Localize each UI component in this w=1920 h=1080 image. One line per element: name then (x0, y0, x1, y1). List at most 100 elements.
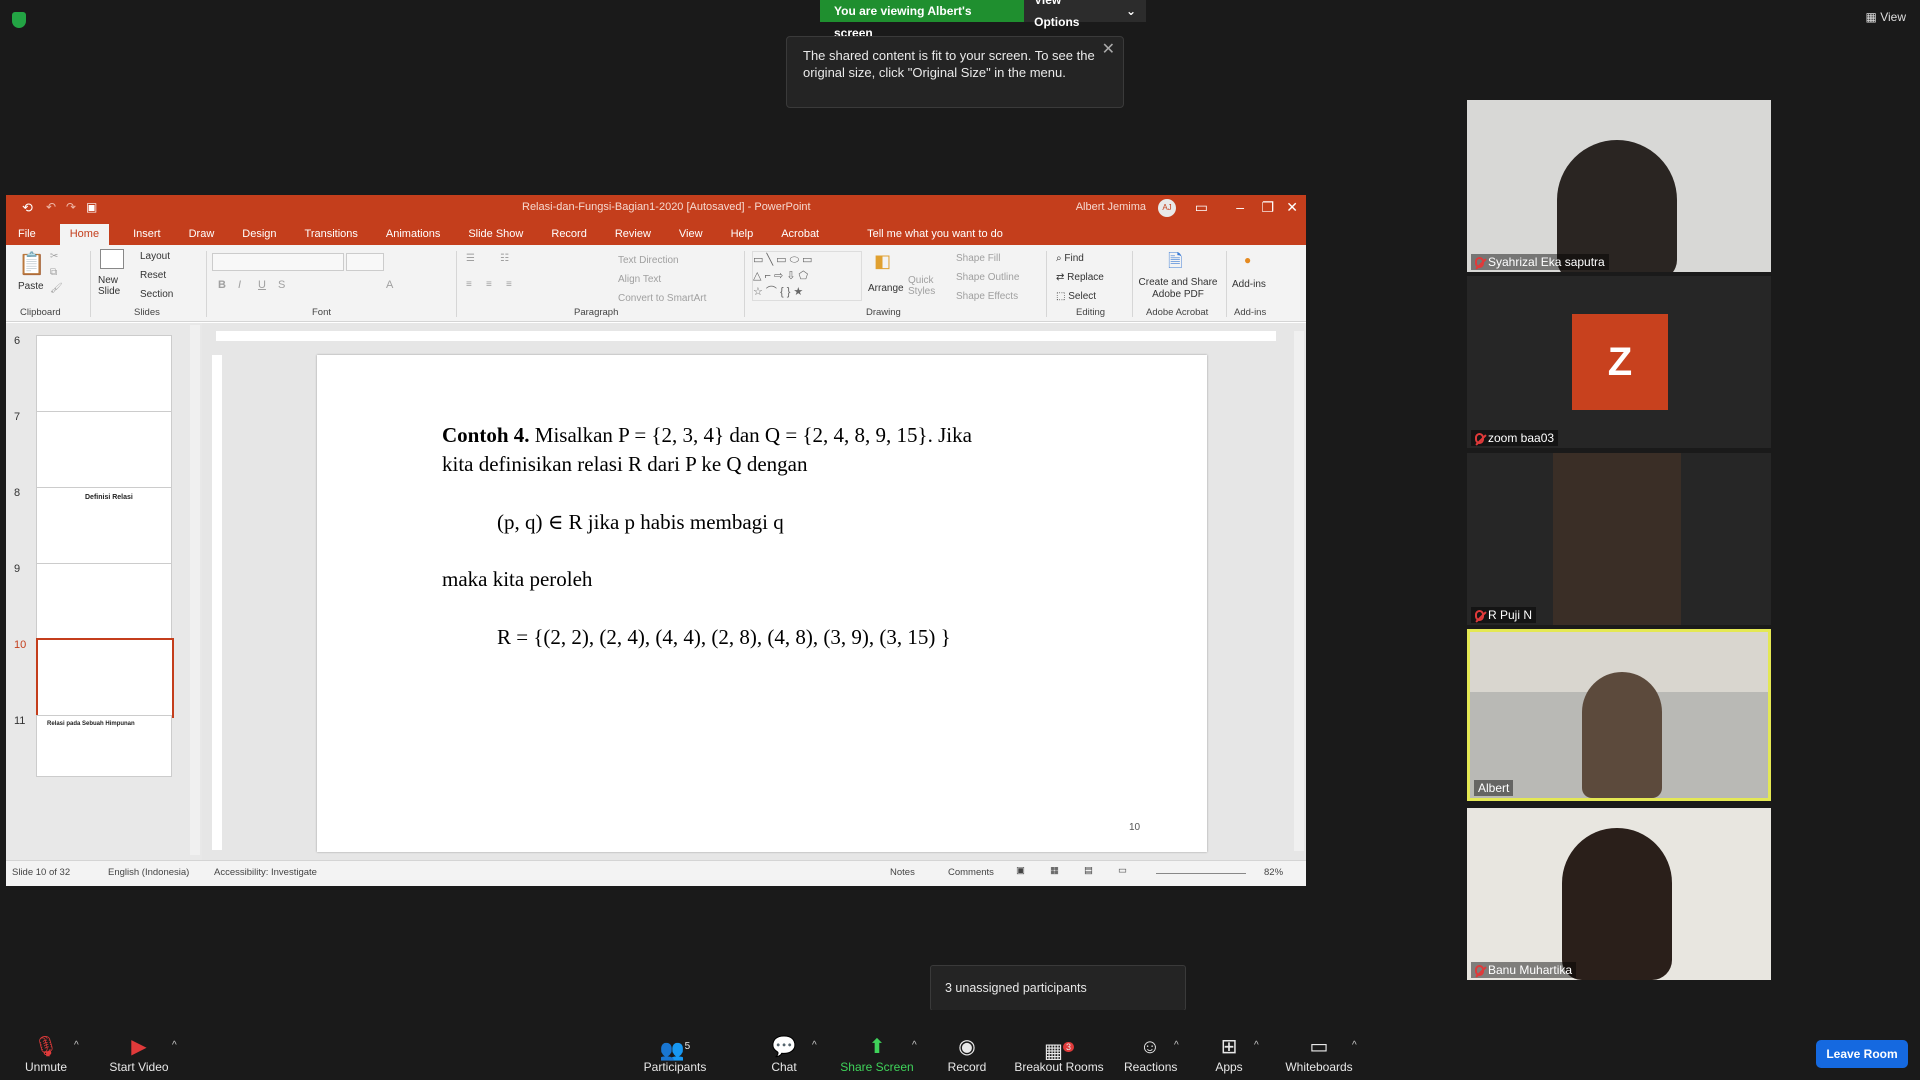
reactions-button[interactable]: ☺ Reactions (1124, 1034, 1177, 1074)
format-painter-icon[interactable]: 🖌 (50, 283, 63, 294)
italic-icon[interactable]: I (238, 279, 241, 291)
chat-options-caret[interactable]: ^ (812, 1040, 817, 1051)
view-button[interactable]: ▦ View (1866, 10, 1906, 24)
participant-tile[interactable]: Syahrizal Eka saputra (1467, 100, 1771, 272)
addins-button[interactable]: Add-ins (1232, 279, 1266, 290)
notes-button[interactable]: Notes (890, 867, 915, 878)
font-size-box[interactable] (346, 253, 384, 271)
minimize-icon[interactable]: – (1236, 199, 1244, 215)
restore-icon[interactable]: ❐ (1261, 199, 1274, 216)
shape-effects-button[interactable]: Shape Effects (956, 291, 1018, 302)
normal-view-icon[interactable]: ▣ (1016, 865, 1025, 876)
zoom-slider[interactable] (1156, 873, 1246, 874)
slide-sorter-icon[interactable]: ▦ (1050, 865, 1059, 876)
ribbon-display-icon[interactable]: ▭ (1195, 199, 1208, 216)
accessibility-label[interactable]: Accessibility: Investigate (214, 867, 317, 878)
convert-smartart-button[interactable]: Convert to SmartArt (618, 293, 706, 304)
layout-button[interactable]: Layout (140, 251, 170, 262)
participant-tile[interactable]: R Puji N (1467, 453, 1771, 625)
shapes-gallery[interactable]: ▭ ╲ ▭ ⬭ ▭ △ ⌐ ⇨ ⇩ ⬠ ☆ ⌒ { } ★ (752, 251, 862, 301)
section-button[interactable]: Section (140, 289, 173, 300)
close-icon[interactable]: ✕ (1102, 41, 1115, 58)
reset-button[interactable]: Reset (140, 270, 166, 281)
replace-button[interactable]: ⇄ Replace (1056, 272, 1104, 283)
apps-options-caret[interactable]: ^ (1254, 1040, 1259, 1051)
bold-icon[interactable]: B (218, 279, 226, 291)
tell-me-search[interactable]: Tell me what you want to do (863, 224, 1007, 245)
slide-thumbnail-7[interactable] (36, 411, 172, 489)
start-video-button[interactable]: ▶ Start Video (104, 1034, 174, 1074)
select-button[interactable]: ⬚ Select (1056, 291, 1096, 302)
slideshow-icon[interactable]: ▣ (86, 200, 97, 214)
cut-icon[interactable]: ✂ (50, 251, 58, 262)
align-center-icon[interactable]: ≡ (486, 279, 492, 290)
bullets-icon[interactable]: ☰ (466, 253, 475, 264)
tab-help[interactable]: Help (727, 224, 758, 245)
language-label[interactable]: English (Indonesia) (108, 867, 189, 878)
addins-icon[interactable]: ● (1244, 253, 1251, 267)
slide-thumbnail-11[interactable]: Relasi pada Sebuah Himpunan (36, 715, 172, 777)
arrange-icon[interactable]: ◧ (874, 251, 891, 272)
tab-animations[interactable]: Animations (382, 224, 444, 245)
user-avatar[interactable]: AJ (1158, 199, 1176, 217)
find-button[interactable]: ⌕ Find (1056, 253, 1084, 264)
align-right-icon[interactable]: ≡ (506, 279, 512, 290)
tab-review[interactable]: Review (611, 224, 655, 245)
participants-button[interactable]: 👥5 Participants (640, 1034, 710, 1074)
record-button[interactable]: ◉ Record (946, 1034, 988, 1074)
thumbs-scrollbar[interactable] (190, 325, 200, 855)
copy-icon[interactable]: ⧉ (50, 267, 57, 278)
slideshow-view-icon[interactable]: ▭ (1118, 865, 1127, 876)
align-left-icon[interactable]: ≡ (466, 279, 472, 290)
font-name-box[interactable] (212, 253, 344, 271)
participant-tile-active-speaker[interactable]: Albert (1467, 629, 1771, 801)
slide-thumbnail-10[interactable] (36, 638, 174, 718)
tab-design[interactable]: Design (238, 224, 280, 245)
reactions-options-caret[interactable]: ^ (1174, 1040, 1179, 1051)
paste-icon[interactable]: 📋 (18, 251, 45, 277)
quick-styles-button[interactable]: Quick Styles (908, 275, 942, 297)
video-options-caret[interactable]: ^ (172, 1040, 177, 1051)
create-share-pdf-button[interactable]: Create and Share Adobe PDF (1136, 277, 1220, 301)
whiteboards-button[interactable]: ▭ Whiteboards (1284, 1034, 1354, 1074)
zoom-level[interactable]: 82% (1264, 867, 1283, 878)
participant-tile[interactable]: Banu Muhartika (1467, 808, 1771, 980)
slide-thumbnail-9[interactable] (36, 563, 172, 641)
slide-thumbnail-8[interactable]: Definisi Relasi (36, 487, 172, 565)
current-slide[interactable]: Contoh 4. Misalkan P = {2, 3, 4} dan Q =… (317, 355, 1207, 852)
text-direction-button[interactable]: Text Direction (618, 255, 679, 266)
chat-button[interactable]: 💬 Chat (764, 1034, 804, 1074)
autosave-icon[interactable]: ⟲ (22, 200, 33, 216)
audio-options-caret[interactable]: ^ (74, 1040, 79, 1051)
shape-fill-button[interactable]: Shape Fill (956, 253, 1000, 264)
tab-transitions[interactable]: Transitions (301, 224, 362, 245)
view-options-button[interactable]: View Options ⌄ (1024, 0, 1146, 29)
numbering-icon[interactable]: ☷ (500, 253, 509, 264)
canvas-scrollbar[interactable] (1294, 331, 1304, 851)
redo-icon[interactable]: ↷ (66, 200, 76, 214)
whiteboards-options-caret[interactable]: ^ (1352, 1040, 1357, 1051)
share-options-caret[interactable]: ^ (912, 1040, 917, 1051)
align-text-button[interactable]: Align Text (618, 274, 661, 285)
tab-record[interactable]: Record (547, 224, 590, 245)
slide-thumbnail-6[interactable] (36, 335, 172, 413)
tab-home[interactable]: Home (59, 224, 110, 245)
unassigned-participants-popup[interactable]: 3 unassigned participants (930, 965, 1186, 1011)
leave-room-button[interactable]: Leave Room (1816, 1040, 1908, 1068)
participant-tile[interactable]: Z zoom baa03 (1467, 276, 1771, 448)
unmute-button[interactable]: 🎙 Unmute (20, 1034, 72, 1074)
share-screen-button[interactable]: ⬆ Share Screen (840, 1034, 914, 1074)
security-shield-icon[interactable] (12, 12, 26, 28)
tab-file[interactable]: File (14, 224, 40, 245)
comments-button[interactable]: Comments (948, 867, 994, 878)
font-color-icon[interactable]: A (386, 279, 393, 291)
tab-insert[interactable]: Insert (129, 224, 165, 245)
breakout-rooms-button[interactable]: ▦ 3 Breakout Rooms (1014, 1034, 1104, 1074)
new-slide-button[interactable]: New Slide (98, 275, 128, 297)
arrange-button[interactable]: Arrange (868, 283, 904, 294)
close-window-icon[interactable]: ✕ (1286, 199, 1298, 216)
tab-draw[interactable]: Draw (185, 224, 219, 245)
underline-icon[interactable]: U (258, 279, 266, 291)
apps-button[interactable]: ⊞ Apps (1214, 1034, 1244, 1074)
tab-view[interactable]: View (675, 224, 707, 245)
